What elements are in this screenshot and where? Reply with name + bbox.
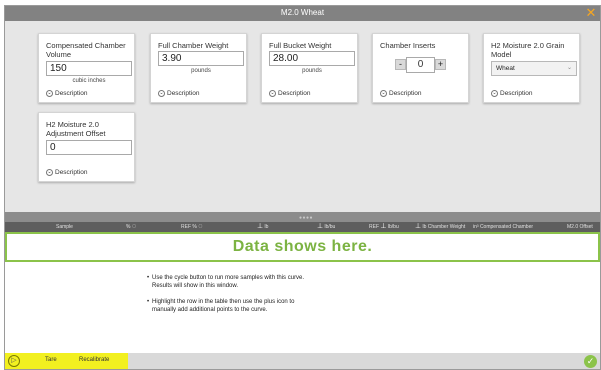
scale-icon: ⊥ <box>415 223 422 230</box>
card-chamber-inserts: Chamber Inserts - 0 + ⌄ Description <box>372 33 469 103</box>
instruction-item: • Highlight the row in the table then us… <box>147 299 295 313</box>
col-ref-percent: REF % ◌ <box>181 223 203 230</box>
card-full-bucket-weight: Full Bucket Weight 28.00 pounds ⌄ Descrip… <box>261 33 358 103</box>
card-grain-model: H2 Moisture 2.0 Grain Model Wheat ⌄ ⌄ Des… <box>483 33 580 103</box>
description-toggle[interactable]: ⌄ Description <box>46 89 88 97</box>
chevron-down-icon: ⌄ <box>46 89 53 97</box>
droplet-icon: ◌ <box>131 223 137 230</box>
data-banner: Data shows here. <box>5 232 600 262</box>
adjustment-offset-field[interactable]: 0 <box>46 140 132 155</box>
col-offset: M2.0 Offset <box>567 224 593 230</box>
unit-label: pounds <box>191 68 211 74</box>
grain-model-select[interactable]: Wheat ⌄ <box>491 61 577 76</box>
tare-button[interactable]: Tare <box>45 357 57 363</box>
description-toggle[interactable]: ⌄ Description <box>491 89 533 97</box>
bottom-toolbar: ▷ Tare Recalibrate ✓ <box>5 353 600 369</box>
droplet-icon: ◌ <box>198 223 203 230</box>
card-full-chamber-weight: Full Chamber Weight 3.90 pounds ⌄ Descrip… <box>150 33 247 103</box>
scale-icon: ⊥ <box>380 223 387 230</box>
full-chamber-weight-field[interactable]: 3.90 <box>158 51 244 66</box>
card-label: H2 Moisture 2.0 Grain Model <box>491 41 565 59</box>
unit-label: cubic inches <box>72 78 106 84</box>
card-compensated-chamber-volume: Compensated Chamber Volume 150 cubic inc… <box>38 33 135 103</box>
panel-resize-handle[interactable]: ●●●● <box>5 212 600 222</box>
results-area: • Use the cycle button to run more sampl… <box>5 262 600 359</box>
bullet-icon: • <box>147 299 150 305</box>
chevron-down-icon: ⌄ <box>269 89 276 97</box>
description-toggle[interactable]: ⌄ Description <box>380 89 422 97</box>
bullet-icon: • <box>147 275 150 281</box>
col-lb: ⊥ lb <box>257 223 269 230</box>
decrement-button[interactable]: - <box>395 59 406 70</box>
card-label: H2 Moisture 2.0 Adjustment Offset <box>46 120 106 138</box>
card-label: Full Chamber Weight <box>158 41 229 50</box>
chevron-down-icon: ⌄ <box>158 89 165 97</box>
card-label: Full Bucket Weight <box>269 41 332 50</box>
col-ref-lbbu: REF ⊥ lb/bu <box>369 223 399 230</box>
cycle-icon[interactable]: ▷ <box>8 355 20 367</box>
card-label: Chamber Inserts <box>380 41 436 50</box>
chevron-down-icon: ⌄ <box>46 168 53 176</box>
unit-label: pounds <box>302 68 322 74</box>
window-title: M2.0 Wheat <box>280 8 325 17</box>
recalibrate-button[interactable]: Recalibrate <box>79 357 109 363</box>
chevron-down-icon: ⌄ <box>380 89 387 97</box>
table-header: Sample % ◌ REF % ◌ ⊥ lb ⊥ lb/bu REF ⊥ lb… <box>5 222 600 232</box>
title-bar: M2.0 Wheat ✕ <box>5 6 600 21</box>
data-placeholder-text: Data shows here. <box>232 238 373 255</box>
app-window: M2.0 Wheat ✕ Compensated Chamber Volume … <box>4 5 601 370</box>
close-icon[interactable]: ✕ <box>584 6 598 20</box>
col-chamber-weight: ⊥ lb Chamber Weight <box>415 223 466 230</box>
check-icon[interactable]: ✓ <box>584 355 597 368</box>
col-percent: % ◌ <box>126 223 137 230</box>
description-toggle[interactable]: ⌄ Description <box>46 168 88 176</box>
card-label: Compensated Chamber Volume <box>46 41 126 59</box>
chevron-down-icon: ⌄ <box>491 89 498 97</box>
description-toggle[interactable]: ⌄ Description <box>158 89 200 97</box>
card-adjustment-offset: H2 Moisture 2.0 Adjustment Offset 0 ⌄ Des… <box>38 112 135 182</box>
chamber-inserts-value[interactable]: 0 <box>406 57 435 73</box>
full-bucket-weight-field[interactable]: 28.00 <box>269 51 355 66</box>
scale-icon: ⊥ <box>317 223 324 230</box>
col-lbbu: ⊥ lb/bu <box>317 223 336 230</box>
scale-icon: ⊥ <box>257 223 264 230</box>
col-sample: Sample <box>56 224 73 230</box>
col-compensated-chamber: in³ Compensated Chamber <box>473 224 534 230</box>
action-group: ▷ Tare Recalibrate <box>5 353 128 369</box>
chevron-down-icon: ⌄ <box>566 65 572 71</box>
increment-button[interactable]: + <box>435 59 446 70</box>
grip-icon: ●●●● <box>299 215 314 221</box>
instruction-item: • Use the cycle button to run more sampl… <box>147 275 305 289</box>
compensated-volume-field[interactable]: 150 <box>46 61 132 76</box>
description-toggle[interactable]: ⌄ Description <box>269 89 311 97</box>
